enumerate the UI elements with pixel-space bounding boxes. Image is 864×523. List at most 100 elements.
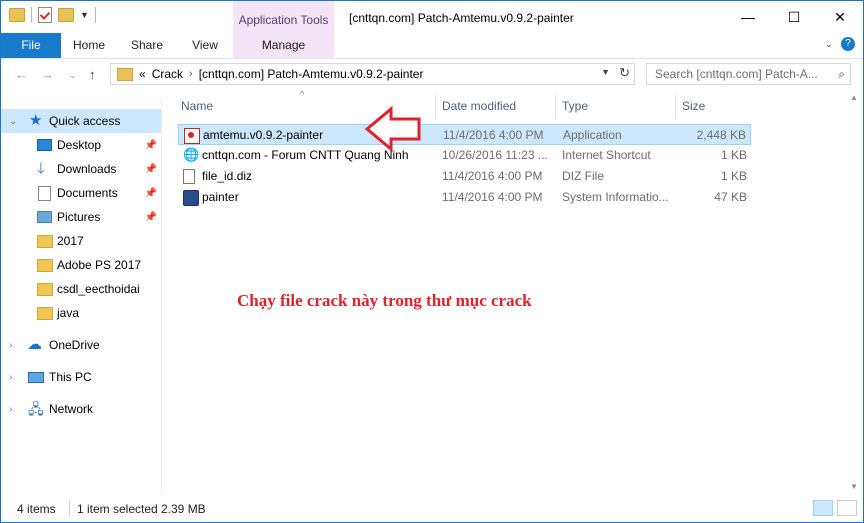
address-bar[interactable]: « Crack › [cnttqn.com] Patch-Amtemu.v0.9…: [110, 63, 635, 85]
status-selected: 1 item selected: [77, 502, 158, 516]
tab-share[interactable]: Share: [117, 33, 177, 58]
application-icon: [184, 128, 200, 144]
status-item-count: 4 items: [17, 502, 56, 516]
download-icon: 🡓: [37, 160, 45, 177]
pin-icon[interactable]: 📌: [145, 212, 157, 223]
tab-home[interactable]: Home: [61, 33, 117, 58]
pin-icon[interactable]: 📌: [145, 188, 157, 199]
sidebar-item-this-pc[interactable]: › This PC: [1, 365, 161, 389]
help-icon[interactable]: ?: [841, 37, 855, 51]
column-divider[interactable]: [435, 95, 436, 119]
properties-icon[interactable]: [38, 7, 52, 23]
sidebar-item-documents[interactable]: Documents 📌: [1, 181, 161, 205]
scroll-down-icon[interactable]: ▼: [850, 482, 858, 491]
this-pc-icon: [28, 371, 44, 383]
file-row[interactable]: file_id.diz 11/4/2016 4:00 PM DIZ File 1…: [178, 166, 751, 187]
file-name: file_id.diz: [202, 169, 253, 183]
expand-ribbon-icon[interactable]: ⌄: [825, 39, 833, 50]
chevron-right-icon[interactable]: ›: [9, 404, 12, 415]
sidebar-item-desktop[interactable]: Desktop 📌: [1, 133, 161, 157]
sidebar-item-label: OneDrive: [49, 338, 100, 352]
breadcrumb-current[interactable]: [cnttqn.com] Patch-Amtemu.v0.9.2-painter: [199, 67, 424, 81]
onedrive-icon: ☁: [27, 336, 42, 353]
column-header-date[interactable]: Date modified: [442, 95, 516, 119]
sidebar-item-label: Quick access: [49, 114, 121, 128]
up-icon[interactable]: ↑: [89, 67, 96, 82]
breadcrumb-separator[interactable]: ›: [189, 68, 193, 80]
back-icon[interactable]: ←: [15, 67, 28, 82]
tab-file[interactable]: File: [1, 33, 61, 58]
column-divider[interactable]: [555, 95, 556, 119]
file-row[interactable]: painter 11/4/2016 4:00 PM System Informa…: [178, 187, 751, 208]
scroll-up-icon[interactable]: ▲: [850, 93, 858, 102]
search-input[interactable]: Search [cnttqn.com] Patch-A... ⌕: [646, 63, 851, 85]
maximize-button[interactable]: ☐: [771, 1, 817, 33]
sidebar-item-label: Pictures: [57, 210, 101, 224]
file-name: amtemu.v0.9.2-painter: [203, 128, 324, 142]
file-size: 2,448 KB: [696, 128, 746, 142]
column-header-name[interactable]: Name: [181, 95, 213, 119]
column-divider[interactable]: [675, 95, 676, 119]
pin-icon[interactable]: 📌: [145, 164, 157, 175]
sidebar-item-adobe-ps-2017[interactable]: Adobe PS 2017: [1, 253, 161, 277]
status-size: 2.39 MB: [161, 502, 206, 516]
forward-icon[interactable]: →: [41, 67, 54, 82]
folder-icon: [37, 282, 53, 296]
sidebar-item-label: Network: [49, 402, 94, 416]
chevron-right-icon[interactable]: ›: [9, 340, 12, 351]
large-icons-view-icon[interactable]: [837, 500, 857, 516]
annotation-text: Chạy file crack này trong thư mục crack: [237, 291, 532, 310]
address-dropdown-icon[interactable]: ▼: [601, 67, 610, 77]
file-size: 1 KB: [720, 169, 747, 183]
vertical-scrollbar[interactable]: ▲ ▼: [849, 93, 861, 491]
sidebar-item-downloads[interactable]: 🡓 Downloads 📌: [1, 157, 161, 181]
application-tools-group: Application Tools: [233, 1, 334, 33]
folder-icon: [37, 258, 53, 272]
file-date: 11/4/2016 4:00 PM: [442, 169, 543, 183]
sidebar-item-label: Adobe PS 2017: [57, 258, 142, 272]
sidebar-item-quick-access[interactable]: ⌄ ★ Quick access: [1, 109, 161, 133]
explorer-window: ▼ Application Tools [cnttqn.com] Patch-A…: [0, 0, 864, 523]
recent-locations-icon[interactable]: ⌄: [69, 70, 77, 81]
navigation-pane: ⌄ ★ Quick access Desktop 📌 🡓 Downloads 📌…: [1, 99, 162, 491]
file-row[interactable]: amtemu.v0.9.2-painter 11/4/2016 4:00 PM …: [178, 124, 751, 145]
refresh-icon[interactable]: ↻: [619, 65, 630, 81]
search-icon[interactable]: ⌕: [838, 64, 845, 84]
window-title: [cnttqn.com] Patch-Amtemu.v0.9.2-painter: [349, 11, 574, 25]
sidebar-item-label: java: [57, 306, 80, 320]
window-controls: — ☐ ✕: [725, 1, 863, 33]
pin-icon[interactable]: 📌: [145, 140, 157, 151]
system-info-icon: [183, 190, 199, 206]
annotation-arrow-icon: [364, 105, 421, 153]
network-icon: 🖧: [28, 401, 44, 417]
sidebar-item-java[interactable]: java: [1, 301, 161, 325]
breadcrumb-crack[interactable]: Crack: [152, 67, 183, 81]
sidebar-item-label: Downloads: [57, 162, 117, 176]
star-icon: ★: [29, 112, 43, 129]
sidebar-item-2017[interactable]: 2017: [1, 229, 161, 253]
sidebar-item-csdl-eecthoidai[interactable]: csdl_eecthoidai: [1, 277, 161, 301]
minimize-button[interactable]: —: [725, 1, 771, 33]
folder-icon: [37, 306, 53, 320]
chevron-right-icon[interactable]: ›: [9, 372, 12, 383]
breadcrumb-overflow[interactable]: «: [139, 67, 146, 81]
file-date: 11/4/2016 4:00 PM: [443, 128, 544, 142]
column-header-type[interactable]: Type: [562, 95, 588, 119]
chevron-down-icon[interactable]: ⌄: [9, 116, 17, 127]
column-header-size[interactable]: Size: [682, 95, 705, 119]
tab-manage[interactable]: Manage: [233, 33, 334, 58]
title-bar: ▼ Application Tools [cnttqn.com] Patch-A…: [1, 1, 863, 33]
sidebar-item-pictures[interactable]: Pictures 📌: [1, 205, 161, 229]
details-view-icon[interactable]: [813, 500, 833, 516]
folder-icon: [117, 67, 133, 81]
folder-icon: [9, 8, 25, 22]
sidebar-item-onedrive[interactable]: › ☁ OneDrive: [1, 333, 161, 357]
sidebar-item-network[interactable]: › 🖧 Network: [1, 397, 161, 421]
close-button[interactable]: ✕: [817, 1, 863, 33]
file-type: DIZ File: [562, 169, 604, 183]
new-folder-icon[interactable]: [58, 8, 74, 22]
customize-toolbar-icon[interactable]: ▼: [80, 10, 89, 20]
file-row[interactable]: 🌐 cnttqn.com - Forum CNTT Quang Ninh 10/…: [178, 145, 751, 166]
tab-view[interactable]: View: [177, 33, 233, 58]
file-date: 11/4/2016 4:00 PM: [442, 190, 543, 204]
